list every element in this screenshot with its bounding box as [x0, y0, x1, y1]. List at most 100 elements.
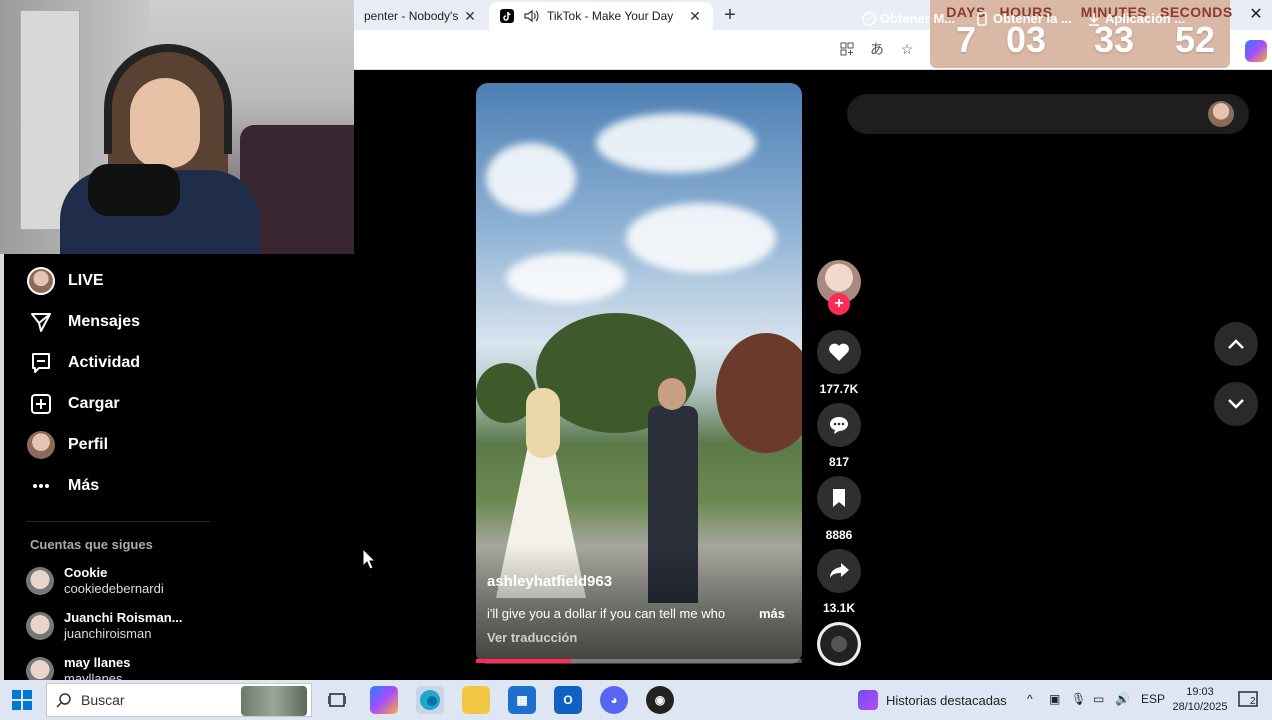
- save-action[interactable]: 8886: [817, 476, 861, 542]
- sidebar-item-actividad[interactable]: Actividad: [26, 348, 140, 378]
- taskbar: Buscar ▦ O ◕ ◉ Historias destacadas ^ ▣ …: [0, 680, 1272, 720]
- share-count: 13.1K: [822, 601, 856, 615]
- following-account[interactable]: Cookie cookiedebernardi: [26, 565, 164, 597]
- send-icon: [26, 307, 56, 337]
- volume-icon[interactable]: 🔊: [1115, 692, 1130, 706]
- account-username: juanchiroisman: [64, 626, 152, 641]
- following-title: Cuentas que sigues: [30, 537, 153, 552]
- windows-start-icon[interactable]: [12, 690, 32, 710]
- previous-video-button[interactable]: [1214, 322, 1258, 366]
- countdown-value: 52: [1174, 19, 1216, 60]
- account-name: may llanes: [64, 655, 131, 670]
- search-icon: [47, 692, 81, 708]
- phone-icon: [975, 11, 989, 26]
- window-close-icon[interactable]: ✕: [1244, 4, 1268, 26]
- video-progress-bar[interactable]: [476, 659, 802, 663]
- notifications-icon[interactable]: 2: [1238, 690, 1260, 710]
- share-icon[interactable]: [817, 549, 861, 593]
- copilot-icon[interactable]: [1245, 40, 1267, 62]
- video-username[interactable]: ashleyhatfield963: [487, 573, 612, 590]
- translate-icon[interactable]: あ: [868, 40, 886, 58]
- close-icon[interactable]: ✕: [687, 8, 703, 25]
- heart-icon[interactable]: [817, 330, 861, 374]
- sidebar-item-live[interactable]: LIVE: [26, 266, 104, 296]
- cloud: [596, 113, 756, 173]
- copilot-app-icon[interactable]: [370, 686, 398, 714]
- following-account[interactable]: Juanchi Roisman... juanchiroisman: [26, 610, 182, 642]
- tab-nobodys-son[interactable]: penter - Nobody's Son ✕: [354, 2, 488, 30]
- account-username: cookiedebernardi: [64, 581, 164, 596]
- comment-icon[interactable]: [817, 403, 861, 447]
- profile-avatar[interactable]: [1208, 101, 1234, 127]
- countdown-value: 03: [1005, 19, 1047, 60]
- share-action[interactable]: 13.1K: [817, 549, 861, 615]
- sidebar-item-mas[interactable]: Más: [26, 471, 99, 501]
- microsoft-store-icon[interactable]: ▦: [508, 686, 536, 714]
- profile-avatar-icon: [26, 430, 56, 460]
- comment-action[interactable]: 817: [817, 403, 861, 469]
- live-avatar-icon: [26, 266, 56, 296]
- avatar: [26, 612, 54, 640]
- download-app-button[interactable]: Aplicación ...: [1087, 11, 1185, 26]
- clock-date: 28/10/2025: [1172, 701, 1228, 713]
- sidebar-item-label: Mensajes: [68, 313, 141, 330]
- speaker-icon[interactable]: [523, 8, 539, 24]
- tab-tiktok[interactable]: TikTok - Make Your Day ✕: [489, 2, 713, 30]
- microphone: [88, 164, 180, 216]
- tab-label: penter - Nobody's Son: [364, 9, 462, 23]
- apps-icon[interactable]: [838, 40, 856, 58]
- get-coins-button[interactable]: Obtener M...: [862, 11, 955, 26]
- like-action[interactable]: 177.7K: [817, 330, 861, 396]
- headset: [104, 44, 232, 154]
- sidebar-item-label: Más: [68, 477, 100, 494]
- sidebar-item-perfil[interactable]: Perfil: [26, 430, 108, 460]
- tiktok-icon: [499, 8, 515, 24]
- follow-plus-icon[interactable]: +: [828, 293, 850, 315]
- account-name: Juanchi Roisman...: [64, 610, 183, 625]
- outlook-icon[interactable]: O: [554, 686, 582, 714]
- translate-button[interactable]: Ver traducción: [487, 630, 577, 645]
- activity-icon: [26, 348, 56, 378]
- head: [658, 378, 686, 410]
- caption-more-button[interactable]: más: [759, 606, 785, 621]
- edge-browser-icon[interactable]: [416, 686, 444, 714]
- address-bar-actions: あ ☆: [838, 40, 916, 58]
- like-count: 177.7K: [819, 382, 859, 396]
- bookmark-icon[interactable]: [817, 476, 861, 520]
- sidebar-item-label: Cargar: [68, 395, 120, 412]
- countdown-value: 7: [955, 19, 977, 60]
- clock[interactable]: 19:03 28/10/2025: [1170, 685, 1230, 715]
- search-highlight-image: [241, 686, 307, 716]
- sidebar-item-mensajes[interactable]: Mensajes: [26, 307, 140, 337]
- mouse-cursor-icon: [362, 547, 377, 575]
- comment-count: 817: [828, 455, 850, 469]
- network-icon[interactable]: ▭: [1093, 692, 1104, 706]
- news-icon: [858, 690, 878, 710]
- file-explorer-icon[interactable]: [462, 686, 490, 714]
- news-widget[interactable]: Historias destacadas: [858, 690, 1007, 710]
- more-icon: [26, 471, 56, 501]
- chevron-down-icon: [1228, 399, 1244, 409]
- favorite-star-icon[interactable]: ☆: [898, 40, 916, 58]
- news-label: Historias destacadas: [886, 692, 1007, 708]
- task-view-icon[interactable]: [323, 686, 351, 714]
- cloud: [486, 143, 576, 213]
- meet-now-icon[interactable]: ▣: [1049, 692, 1060, 706]
- obs-icon[interactable]: ◉: [646, 686, 674, 714]
- tab-label: TikTok - Make Your Day: [547, 9, 674, 23]
- cloud: [626, 203, 776, 273]
- new-tab-icon[interactable]: +: [720, 4, 740, 26]
- sidebar-item-cargar[interactable]: Cargar: [26, 389, 120, 419]
- music-disc-icon[interactable]: [817, 622, 861, 666]
- account-name: Cookie: [64, 565, 108, 580]
- video-progress-fill: [476, 659, 571, 663]
- next-video-button[interactable]: [1214, 382, 1258, 426]
- pill-label: Aplicación ...: [1105, 11, 1186, 26]
- get-app-button[interactable]: Obtener la ...: [975, 11, 1072, 26]
- microphone-icon[interactable]: 🎙: [1071, 692, 1086, 706]
- language-indicator[interactable]: ESP: [1141, 692, 1165, 706]
- taskbar-search[interactable]: Buscar: [46, 683, 312, 717]
- close-icon[interactable]: ✕: [462, 8, 478, 25]
- chevron-up-tray-icon[interactable]: ^: [1027, 692, 1033, 706]
- discord-icon[interactable]: ◕: [600, 686, 628, 714]
